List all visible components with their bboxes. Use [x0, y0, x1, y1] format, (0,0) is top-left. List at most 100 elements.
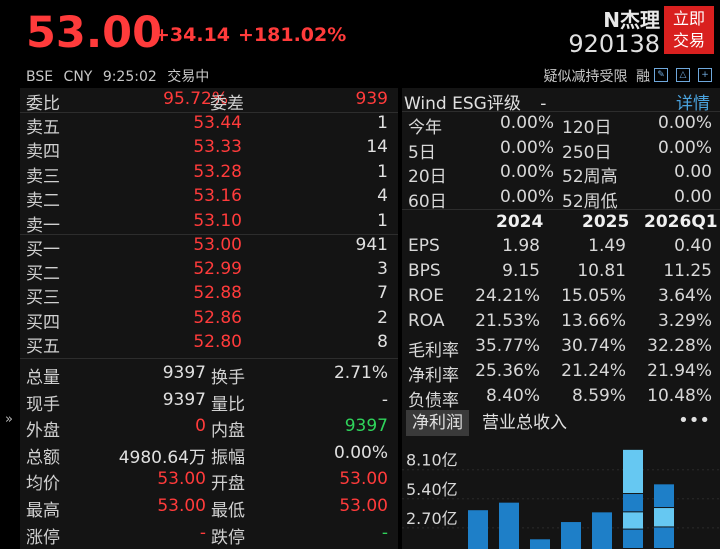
chart-bar[interactable]: [592, 512, 612, 549]
ask-volume: 4: [377, 186, 388, 207]
bid-price: 52.80: [193, 331, 242, 352]
stat-value: 53.00: [339, 496, 388, 516]
fin-year-2026q1: 2026Q1: [644, 212, 718, 232]
financial-row: ROA 21.53% 13.66% 3.29%: [408, 311, 714, 335]
stat-row: 涨停 -: [26, 523, 206, 548]
financial-row: 毛利率 35.77% 30.74% 32.28%: [408, 336, 714, 361]
restriction-flags: 疑似减持受限 融: [544, 66, 650, 86]
chart-bar-segment[interactable]: [654, 527, 674, 548]
ask-level-row[interactable]: 卖五 53.44 1: [26, 113, 392, 138]
chart-bar[interactable]: [468, 510, 488, 549]
period-label: 5日: [408, 142, 436, 163]
bid-level-row[interactable]: 买四 52.86 2: [26, 307, 392, 333]
currency-label: CNY: [63, 69, 93, 85]
ask-level-row[interactable]: 卖四 53.33 14: [26, 137, 392, 162]
returns-row: 20日 0.00% 52周高 0.00: [408, 162, 714, 188]
ask-level-label: 卖一: [26, 215, 60, 236]
add-watchlist-icon[interactable]: +: [698, 68, 712, 82]
chart-y-tick-label: 2.70亿: [406, 509, 458, 528]
metric-value-2024: 8.40%: [485, 386, 540, 406]
stat-row: 外盘 0: [26, 416, 206, 442]
metric-value-2025: 10.81: [577, 261, 626, 281]
metric-value-2026q1: 0.40: [674, 236, 712, 256]
stat-label: 最高: [26, 501, 60, 521]
net-profit-chart: 8.10亿 5.40亿 2.70亿: [402, 449, 720, 549]
stock-code: 920138: [568, 30, 660, 58]
edit-icon[interactable]: ✎: [654, 68, 668, 82]
stat-label: 振幅: [211, 447, 245, 468]
stat-value: -: [381, 522, 388, 543]
metric-value-2025: 15.05%: [561, 286, 626, 306]
ask-price: 53.28: [193, 161, 242, 182]
chart-bar-segment[interactable]: [654, 508, 674, 527]
bid-level-row[interactable]: 买五 52.80 8: [26, 331, 392, 357]
stat-row: 振幅 0.00%: [211, 443, 388, 468]
ask-level-label: 卖五: [26, 118, 60, 138]
period-return: 0.00: [674, 186, 712, 207]
chart-bar-segment[interactable]: [623, 512, 643, 529]
trade-now-button[interactable]: 立即交易: [664, 6, 714, 54]
metric-label: ROA: [408, 311, 445, 331]
ask-level-row[interactable]: 卖二 53.16 4: [26, 186, 392, 212]
metric-value-2025: 1.49: [588, 236, 626, 256]
stat-label: 跌停: [211, 527, 245, 548]
financial-row: 负债率 8.40% 8.59% 10.48%: [408, 386, 714, 411]
chart-bar[interactable]: [561, 522, 581, 549]
divider: [402, 111, 720, 112]
period-return: 0.00%: [657, 113, 712, 133]
fin-year-2024: 2024: [496, 212, 544, 232]
stat-row: 现手 9397: [26, 390, 206, 415]
bid-level-row[interactable]: 买二 52.99 3: [26, 259, 392, 285]
chart-bar[interactable]: [499, 502, 519, 549]
tab-total-revenue[interactable]: 营业总收入: [476, 410, 573, 436]
market-meta: BSE CNY 9:25:02 交易中: [26, 66, 215, 86]
stat-label: 总额: [26, 447, 60, 468]
bid-level-row[interactable]: 买三 52.88 7: [26, 283, 392, 308]
margin-label: 融: [636, 69, 650, 85]
period-label: 今年: [408, 118, 442, 138]
stat-row: 均价 53.00: [26, 469, 206, 494]
more-options-icon[interactable]: •••: [678, 410, 710, 431]
price-change-pct: +181.02%: [238, 24, 347, 46]
metric-value-2024: 1.98: [502, 236, 540, 256]
stat-value: 0: [195, 416, 206, 437]
ask-price: 53.10: [193, 210, 242, 231]
chart-bar-segment[interactable]: [623, 449, 643, 494]
stat-value: -: [381, 389, 388, 410]
chart-bar[interactable]: [530, 539, 550, 549]
metric-value-2026q1: 10.48%: [647, 386, 712, 406]
period-return: 0.00: [674, 162, 712, 183]
ask-level-label: 卖二: [26, 191, 60, 212]
bid-level-label: 买四: [26, 312, 60, 333]
ask-level-row[interactable]: 卖一 53.10 1: [26, 210, 392, 236]
bid-level-row[interactable]: 买一 53.00 941: [26, 235, 392, 260]
ask-price: 53.44: [193, 113, 242, 133]
stat-row: 量比 -: [211, 389, 388, 415]
ask-volume: 1: [377, 161, 388, 182]
stat-row: 跌停 -: [211, 522, 388, 548]
bid-price: 52.86: [193, 307, 242, 328]
bid-level-label: 买二: [26, 264, 60, 285]
tab-net-profit[interactable]: 净利润: [406, 410, 469, 436]
metric-label: BPS: [408, 261, 441, 281]
ask-price: 53.33: [193, 137, 242, 158]
quote-time: 9:25:02: [102, 69, 157, 85]
period-return: 0.00%: [499, 137, 554, 158]
metric-label: 净利率: [408, 366, 459, 386]
chart-bar-segment[interactable]: [623, 494, 643, 512]
chart-bar-segment[interactable]: [623, 529, 643, 548]
expand-panel-icon[interactable]: »: [0, 400, 18, 440]
metric-label: 负债率: [408, 391, 459, 411]
stat-row: 最低 53.00: [211, 496, 388, 521]
stat-label: 外盘: [26, 421, 60, 442]
bid-volume: 3: [377, 259, 388, 280]
alert-bell-icon[interactable]: △: [676, 68, 690, 82]
chart-bar-segment[interactable]: [654, 484, 674, 508]
period-label: 20日: [408, 167, 447, 188]
bid-level-label: 买一: [26, 240, 60, 260]
ask-level-row[interactable]: 卖三 53.28 1: [26, 161, 392, 187]
bid-price: 52.88: [193, 283, 242, 304]
stat-value: 9397: [344, 416, 388, 437]
ask-level-label: 卖三: [26, 166, 60, 187]
divider: [402, 209, 720, 210]
